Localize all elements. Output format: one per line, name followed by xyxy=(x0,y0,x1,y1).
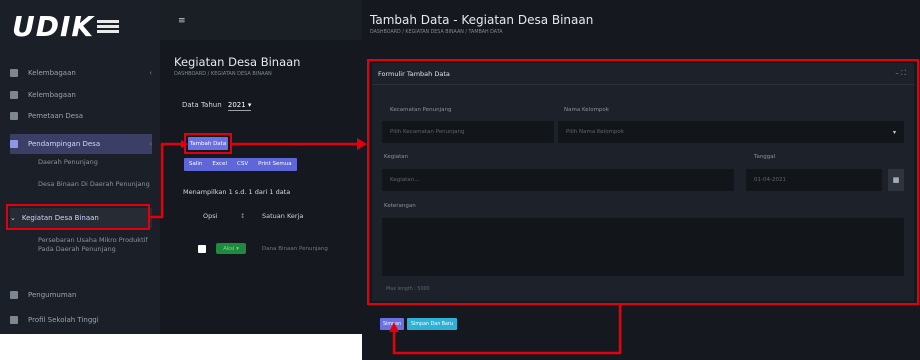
arrow-menu-to-button xyxy=(150,142,182,219)
arrow-head xyxy=(389,322,399,332)
arrow-form-to-save xyxy=(392,305,622,355)
stage: UDIK Kelembagaan ‹ Kelembagaan Pemetaan … xyxy=(0,0,920,360)
arrow-head xyxy=(181,140,188,148)
arrow-head xyxy=(357,138,367,150)
annotation-arrows xyxy=(150,138,622,355)
